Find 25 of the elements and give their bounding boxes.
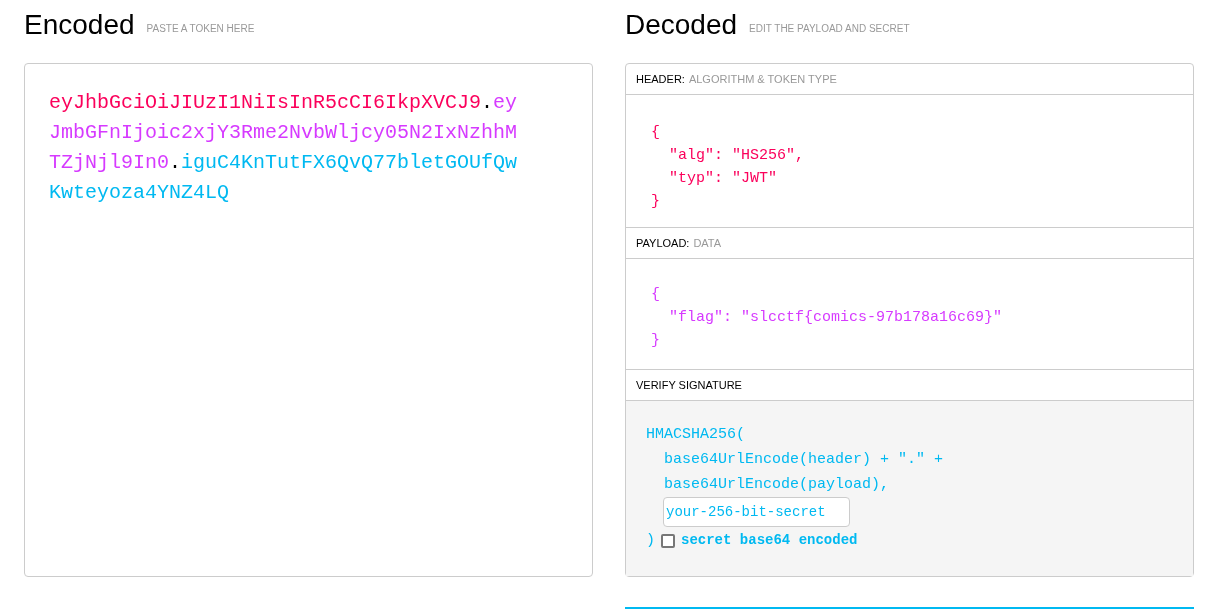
payload-label: PAYLOAD: — [636, 235, 690, 251]
encoded-hint: PASTE A TOKEN HERE — [146, 22, 255, 36]
encoded-token: eyJhbGciOiJIUzI1NiIsInR5cCI6IkpXVCJ9.eyJmbGFnIjoic2xjY3Rme2NvbWljcy05N2IxNzhhMTZjNjl9In0.iguC4KnTutFX6QvQ77bletGOUfQwKwteyoza4YNZ4LQ — [49, 90, 519, 206]
decoded-title: Decoded — [625, 8, 738, 42]
header-label: HEADER: — [636, 71, 685, 87]
header-json-line: } — [651, 192, 661, 212]
signature-label: VERIFY SIGNATURE — [636, 377, 742, 393]
secret-input-field[interactable]: your-256-bit-secret — [663, 497, 850, 527]
payload-json-line: "flag": "slcctf{comics-97b178a16c69}" — [668, 308, 1004, 328]
closing-paren: ) — [646, 531, 655, 551]
signature-code-line: base64UrlEncode(header) + "." + — [663, 450, 945, 470]
signature-code-line: HMACSHA256( — [646, 425, 747, 445]
header-json-line: { — [651, 123, 661, 143]
signature-code-line: base64UrlEncode(payload), — [663, 475, 891, 495]
base64-checkbox-label: secret base64 encoded — [681, 531, 858, 550]
header-hint: ALGORITHM & TOKEN TYPE — [688, 71, 837, 87]
payload-json-line: { — [651, 285, 661, 305]
payload-hint: DATA — [693, 235, 722, 251]
header-json-line: "alg": "HS256", — [668, 146, 806, 166]
header-json-line: "typ": "JWT" — [668, 169, 779, 189]
encoded-title: Encoded — [24, 8, 135, 42]
token-input-area[interactable]: eyJhbGciOiJIUzI1NiIsInR5cCI6IkpXVCJ9.eyJmbGFnIjoic2xjY3Rme2NvbWljcy05N2IxNzhhMTZjNjl9In0.iguC4KnTutFX6QvQ77bletGOUfQwKwteyoza4YNZ4LQ — [24, 63, 593, 577]
payload-json-line: } — [651, 331, 661, 351]
decoded-hint: EDIT THE PAYLOAD AND SECRET — [749, 22, 910, 36]
base64-checkbox[interactable] — [661, 533, 675, 548]
